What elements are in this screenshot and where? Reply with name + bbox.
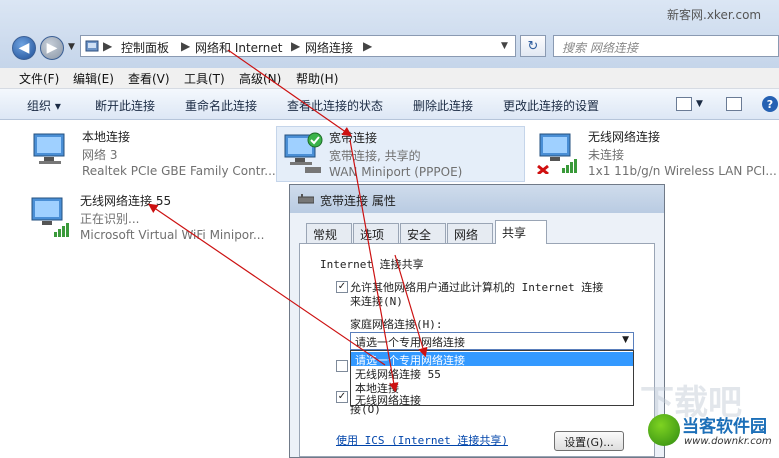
menu-edit[interactable]: 编辑(E) — [73, 70, 114, 87]
menu-tools[interactable]: 工具(T) — [184, 70, 225, 87]
dialog-title-bar[interactable]: 宽带连接 属性 — [290, 185, 664, 213]
refresh-button[interactable]: ↻ — [520, 35, 546, 57]
dropdown-option[interactable]: 无线网络连接 55 — [351, 366, 633, 381]
allow-sharing-label-line2: 来连接(N) — [350, 295, 403, 308]
logo-mark-icon — [648, 414, 680, 446]
menu-view[interactable]: 查看(V) — [128, 70, 170, 87]
logo-brand: 当客软件园 — [682, 417, 767, 437]
connection-status: 正在识别... — [80, 212, 140, 226]
network-computer-icon — [284, 132, 323, 173]
connection-wireless[interactable]: 无线网络连接 未连接 1x1 11b/g/n Wireless LAN PCI.… — [536, 126, 779, 182]
site-logo: 当客软件园 www.downkr.com — [644, 410, 779, 458]
connection-status: 宽带连接, 共享的 — [329, 149, 421, 163]
watermark-text: 新客网.xker.com — [667, 8, 762, 22]
wireless-computer-icon — [31, 197, 69, 237]
logo-url: www.downkr.com — [684, 436, 772, 447]
tab-network[interactable]: 网络 — [447, 223, 493, 243]
home-network-dropdown: 请选一个专用网络连接 无线网络连接 55 本地连接 无线网络连接 — [350, 350, 634, 407]
connection-device: Microsoft Virtual WiFi Minipor... — [80, 228, 265, 242]
tab-options[interactable]: 选项 — [353, 223, 399, 243]
help-icon[interactable]: ? — [762, 96, 778, 112]
breadcrumb-network-internet[interactable]: 网络和 Internet — [195, 39, 282, 56]
ics-help-link[interactable]: 使用 ICS (Internet 连接共享) — [336, 432, 508, 448]
dropdown-option[interactable]: 请选一个专用网络连接 — [351, 352, 633, 367]
broadband-icon — [298, 194, 314, 204]
connection-name: 无线网络连接 — [588, 130, 661, 144]
chevron-down-icon[interactable]: ▼ — [622, 335, 629, 345]
view-dropdown-icon[interactable]: ▼ — [696, 99, 703, 109]
allow-control-checkbox[interactable] — [336, 360, 348, 372]
connection-name: 宽带连接 — [329, 131, 378, 145]
forward-button[interactable]: ▶ — [40, 36, 64, 60]
connection-name: 无线网络连接 55 — [80, 194, 172, 208]
address-dropdown-icon[interactable]: ▼ — [501, 41, 508, 51]
connection-name: 本地连接 — [82, 130, 131, 144]
wireless-computer-icon — [537, 133, 577, 174]
home-network-label: 家庭网络连接(H): — [350, 318, 443, 331]
organize-button[interactable]: 组织 ▾ — [27, 97, 61, 114]
select-value: 请选一个专用网络连接 — [355, 336, 465, 349]
breadcrumb-control-panel[interactable]: 控制面板 — [121, 39, 169, 56]
change-settings-button[interactable]: 更改此连接的设置 — [503, 97, 599, 114]
network-computer-icon — [33, 133, 65, 164]
tab-general[interactable]: 常规 — [306, 223, 352, 243]
command-bar: 组织 ▾ 断开此连接 重命名此连接 查看此连接的状态 删除此连接 更改此连接的设… — [0, 89, 779, 120]
dropdown-option[interactable]: 无线网络连接 — [351, 392, 633, 407]
connection-device: Realtek PCIe GBE Family Contr... — [82, 164, 276, 178]
menu-help[interactable]: 帮助(H) — [296, 70, 338, 87]
dialog-title: 宽带连接 属性 — [320, 194, 396, 208]
view-status-button[interactable]: 查看此连接的状态 — [287, 97, 383, 114]
address-box[interactable]: ▶ 控制面板 ▶ 网络和 Internet ▶ 网络连接 ▶ ▼ — [80, 35, 516, 57]
search-input[interactable]: 搜索 网络连接 — [553, 35, 779, 57]
view-options-icon[interactable] — [676, 97, 692, 111]
properties-dialog: 宽带连接 属性 常规 选项 安全 网络 共享 Internet 连接共享 ✓ 允… — [289, 184, 665, 458]
connection-wireless-55[interactable]: 无线网络连接 55 正在识别... Microsoft Virtual WiFi… — [28, 190, 278, 246]
menu-advanced[interactable]: 高级(N) — [239, 70, 281, 87]
tab-security[interactable]: 安全 — [400, 223, 446, 243]
rename-button[interactable]: 重命名此连接 — [185, 97, 257, 114]
menu-file[interactable]: 文件(F) — [19, 70, 59, 87]
recent-pages-dropdown-icon[interactable]: ▼ — [68, 42, 75, 52]
allow-sharing-checkbox[interactable]: ✓ — [336, 281, 348, 293]
address-bar-area: 新客网.xker.com ◀ ▶ ▼ ▶ 控制面板 ▶ 网络和 Internet… — [0, 0, 779, 68]
tab-sharing[interactable]: 共享 — [495, 220, 547, 244]
connection-status: 未连接 — [588, 148, 625, 162]
connection-broadband[interactable]: 宽带连接 宽带连接, 共享的 WAN Miniport (PPPOE) — [276, 126, 525, 182]
connection-device: 1x1 11b/g/n Wireless LAN PCI... — [588, 164, 777, 178]
settings-button[interactable]: 设置(G)... — [554, 431, 624, 451]
section-heading: Internet 连接共享 — [320, 258, 424, 271]
preview-pane-icon[interactable] — [726, 97, 742, 111]
menu-bar: 文件(F) 编辑(E) 查看(V) 工具(T) 高级(N) 帮助(H) — [0, 68, 779, 89]
breadcrumb-network-connections[interactable]: 网络连接 — [305, 39, 353, 56]
back-button[interactable]: ◀ — [12, 36, 36, 60]
third-checkbox[interactable]: ✓ — [336, 391, 348, 403]
control-panel-icon — [85, 40, 99, 52]
connection-local[interactable]: 本地连接 网络 3 Realtek PCIe GBE Family Contr.… — [30, 126, 276, 182]
sharing-panel: Internet 连接共享 ✓ 允许其他网络用户通过此计算机的 Internet… — [299, 243, 655, 457]
connection-device: WAN Miniport (PPPOE) — [329, 165, 463, 179]
connection-status: 网络 3 — [82, 148, 118, 162]
disconnect-button[interactable]: 断开此连接 — [95, 97, 155, 114]
home-network-select[interactable]: 请选一个专用网络连接 ▼ — [350, 332, 634, 350]
delete-button[interactable]: 删除此连接 — [413, 97, 473, 114]
